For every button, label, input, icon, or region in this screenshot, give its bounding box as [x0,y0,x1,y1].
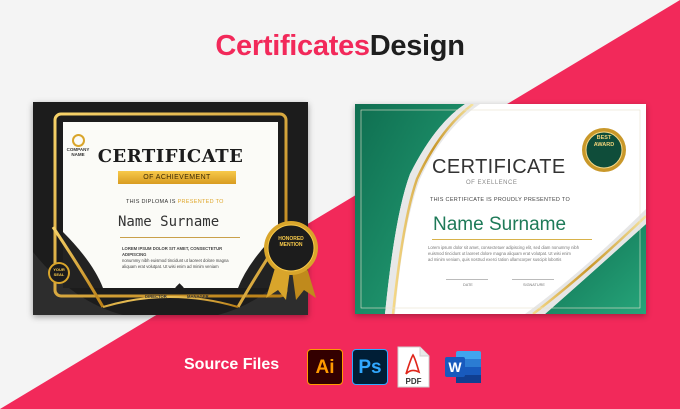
best-award-text: BEST AWARD [593,135,615,148]
title-part-design: Design [369,30,465,62]
certificate-dark-heading: CERTIFICATE [97,146,244,167]
recipient-name-dark: Name Surname [118,214,220,230]
date-signature-line [446,279,488,280]
date-label: DATE [463,283,473,287]
diploma-presented-text: THIS DIPLOMA IS PRESENTED TO [126,199,224,205]
diploma-prefix: THIS DIPLOMA IS [126,199,176,205]
source-files-label: Source Files [184,356,280,373]
pdf-label: PDF [405,377,422,386]
title-part-certificates: Certificates [215,30,370,62]
recipient-name-green: Name Surname [433,214,567,235]
seal-text: HONORED MENTION [278,236,304,248]
excellence-subtitle: OF EXELLENCE [466,180,518,186]
page-title: CertificatesDesign [0,30,680,63]
illustrator-icon: Ai [307,349,343,385]
diamond-icon [175,283,184,292]
lorem-line: aliquam erat volutpat. Ut wisi enim ad m… [122,264,219,269]
banner: CertificatesDesign COMPANY NAME CERTIFIC… [0,0,680,409]
diploma-highlight: PRESENTED TO [177,199,224,205]
certificate-green-heading: CERTIFICATE [432,156,566,178]
best-award-seal-icon [582,128,626,172]
lorem-line: ad minim veniam, quis nostrud exerci tat… [428,257,562,262]
word-letter: W [448,359,462,375]
proudly-presented-text: THIS CERTIFICATE IS PROUDLY PRESENTED TO [430,197,571,203]
director-signature-label: DIRECTOR [145,294,167,299]
small-seal-text: YOUR SEAL [53,267,65,277]
description-text-dark: LOREM IPSUM DOLOR SIT AMET, CONSECTETUR … [122,246,247,270]
name-underline-green [432,239,592,240]
name-underline [120,237,240,238]
word-icon: W [445,351,481,383]
signature-line [512,279,554,280]
lorem-line: LOREM IPSUM DOLOR SIT AMET, CONSECTETUR … [122,246,223,257]
manager-signature-label: MANAGER [187,294,209,299]
achievement-ribbon: OF ACHIEVEMENT [118,171,236,184]
honored-mention-seal-icon [264,221,318,300]
photoshop-icon: Ps [352,349,388,385]
description-text-green: Lorem ipsum dolor sit amet, consectetuer… [428,245,598,263]
signature-label: SIGNATURE [523,283,545,287]
